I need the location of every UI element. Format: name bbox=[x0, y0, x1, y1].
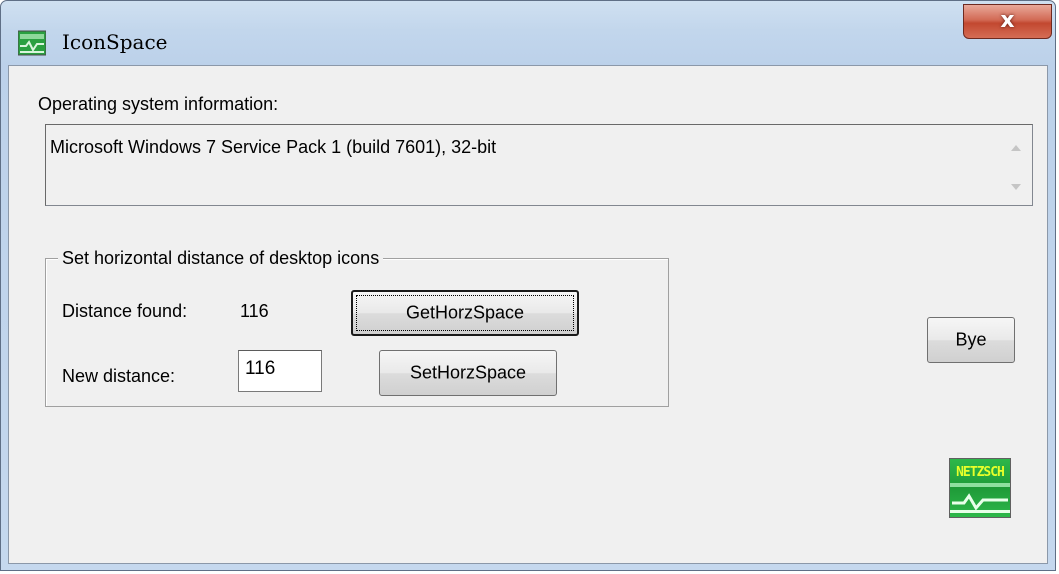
groupbox-legend: Set horizontal distance of desktop icons bbox=[58, 248, 384, 269]
os-info-scrollbar[interactable] bbox=[1000, 125, 1032, 205]
set-horz-space-label: SetHorzSpace bbox=[409, 362, 527, 383]
netzsch-logo: NETZSCH bbox=[949, 458, 1011, 518]
get-horz-space-button[interactable]: GetHorzSpace bbox=[351, 290, 579, 336]
os-info-label: Operating system information: bbox=[38, 94, 279, 114]
distance-found-label: Distance found: bbox=[62, 301, 188, 321]
get-horz-space-label: GetHorzSpace bbox=[405, 302, 525, 323]
new-distance-input[interactable]: 116 bbox=[238, 350, 322, 392]
close-icon: x bbox=[1000, 8, 1015, 33]
new-distance-value: 116 bbox=[245, 358, 276, 379]
distance-found-value: 116 bbox=[240, 301, 269, 321]
new-distance-label: New distance: bbox=[62, 366, 176, 386]
logo-wave-graphic bbox=[950, 483, 1010, 513]
os-info-text: Microsoft Windows 7 Service Pack 1 (buil… bbox=[50, 137, 497, 157]
scroll-up-arrow-icon[interactable] bbox=[1011, 145, 1021, 151]
scroll-down-arrow-icon[interactable] bbox=[1011, 184, 1021, 190]
close-button[interactable]: x bbox=[963, 4, 1052, 39]
set-horz-space-button[interactable]: SetHorzSpace bbox=[379, 350, 557, 396]
bye-label: Bye bbox=[955, 329, 987, 350]
app-icon bbox=[17, 29, 47, 57]
logo-text: NETZSCH bbox=[956, 465, 1005, 480]
os-info-textbox[interactable]: Microsoft Windows 7 Service Pack 1 (buil… bbox=[45, 124, 1033, 206]
bye-button[interactable]: Bye bbox=[927, 317, 1015, 363]
window-title: IconSpace bbox=[62, 30, 168, 54]
